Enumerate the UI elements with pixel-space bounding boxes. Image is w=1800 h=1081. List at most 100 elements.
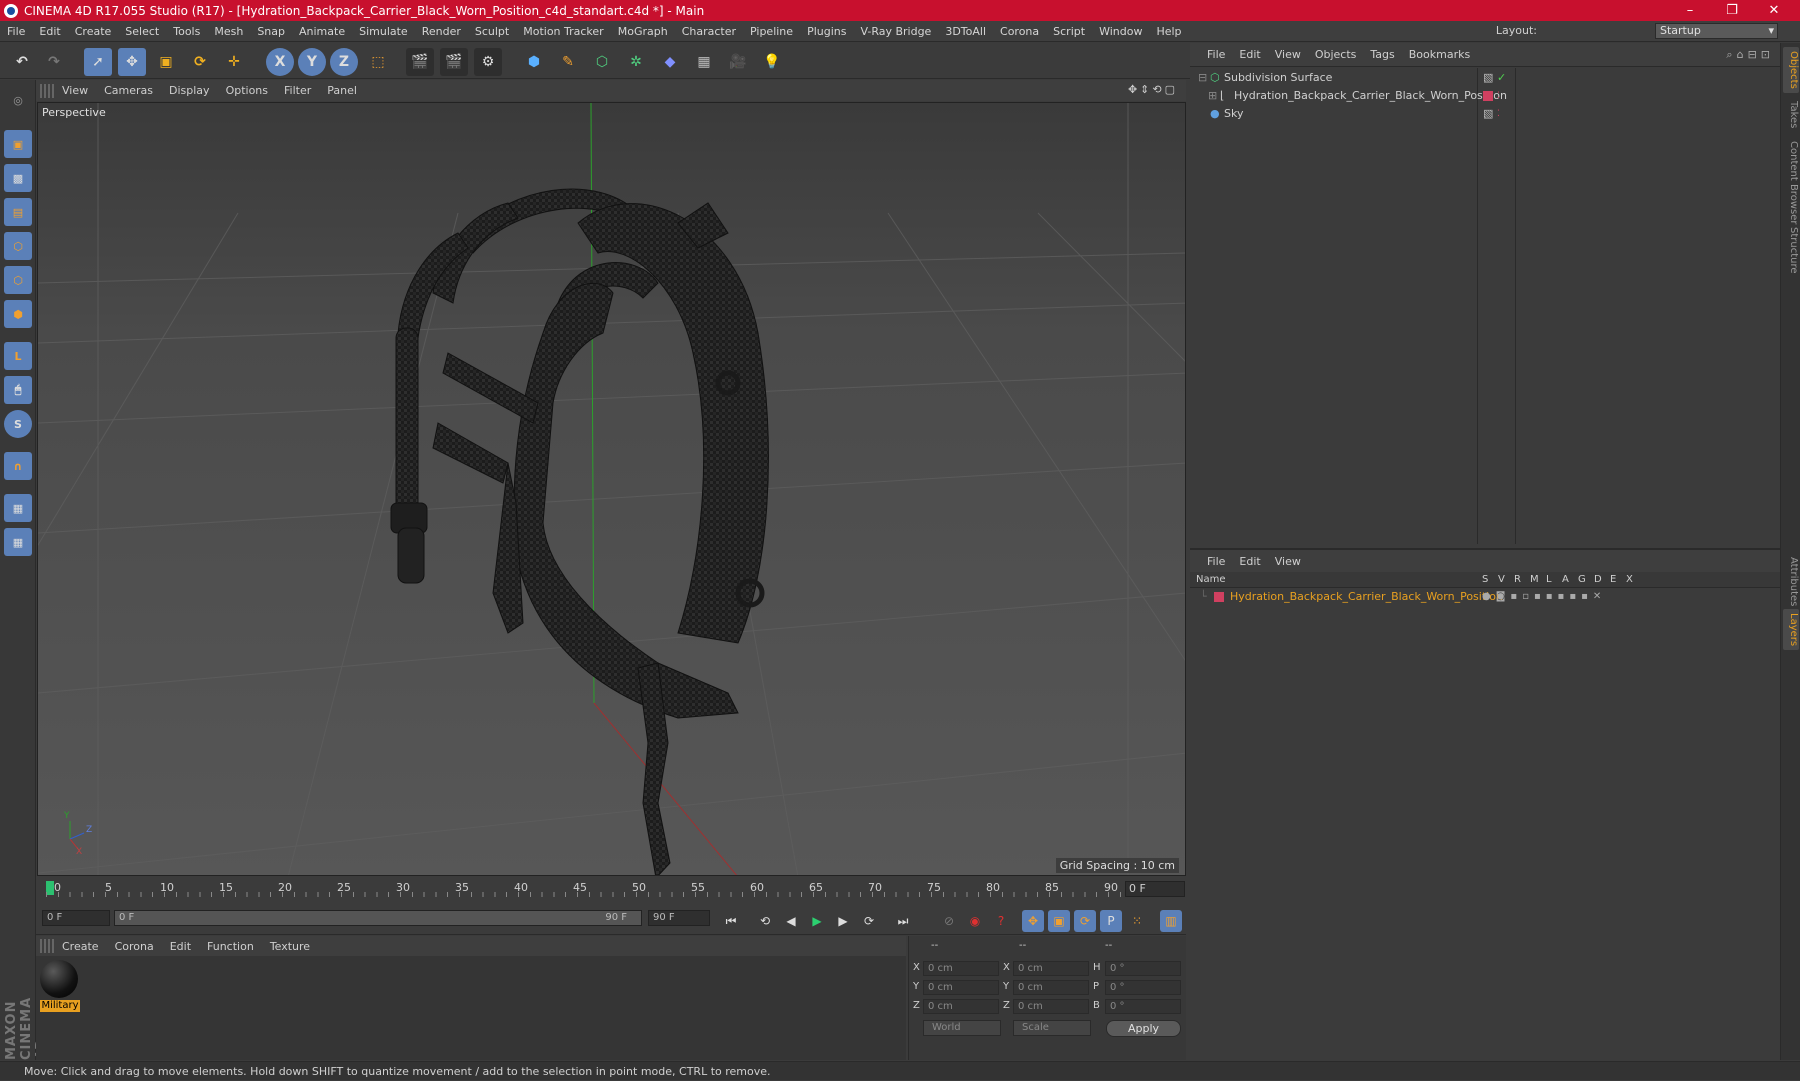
layers-menu-edit[interactable]: Edit (1232, 555, 1267, 568)
layer-color-swatch[interactable] (1214, 592, 1224, 602)
z-axis-lock-button[interactable]: Z (330, 48, 358, 76)
visibility-dots-icon[interactable]: ⁚ (1497, 105, 1500, 123)
menu-character[interactable]: Character (675, 25, 743, 38)
viewport-menu-panel[interactable]: Panel (319, 84, 365, 97)
menu-edit[interactable]: Edit (32, 25, 67, 38)
goto-end-icon[interactable]: ⏭ (892, 910, 914, 932)
rot-p-field[interactable]: 0 ° (1105, 980, 1181, 995)
axis-mode-icon[interactable]: L (4, 342, 32, 370)
viewport-menu-options[interactable]: Options (218, 84, 276, 97)
material-swatch[interactable]: Military (40, 960, 80, 1014)
menu-pipeline[interactable]: Pipeline (743, 25, 800, 38)
size-y-field[interactable]: 0 cm (1013, 980, 1089, 995)
menu-vray-bridge[interactable]: V-Ray Bridge (853, 25, 938, 38)
prev-frame-icon[interactable]: ◀ (780, 910, 802, 932)
tab-takes[interactable]: Takes (1783, 97, 1799, 132)
camera-icon[interactable]: 🎥 (724, 48, 752, 76)
goto-start-icon[interactable]: ⏮ (720, 910, 742, 932)
transform-tool-icon[interactable]: ✛ (220, 48, 248, 76)
rotate-tool-icon[interactable]: ⟳ (186, 48, 214, 76)
y-axis-lock-button[interactable]: Y (298, 48, 326, 76)
menu-motion-tracker[interactable]: Motion Tracker (516, 25, 610, 38)
play-icon[interactable]: ▶ (806, 910, 828, 932)
menu-render[interactable]: Render (415, 25, 468, 38)
material-menu-edit[interactable]: Edit (162, 940, 199, 953)
objects-menu-file[interactable]: File (1200, 48, 1232, 61)
apply-button[interactable]: Apply (1106, 1020, 1181, 1037)
visibility-dots-icon[interactable]: ⁚ (1497, 87, 1500, 105)
tab-objects[interactable]: Objects (1783, 47, 1799, 93)
key-rotation-icon[interactable]: ⟳ (1074, 910, 1096, 932)
search-home-icons[interactable]: ⌕⌂⊟⊡ (1726, 48, 1774, 62)
objects-menu-tags[interactable]: Tags (1363, 48, 1401, 61)
tab-content-browser[interactable]: Content Browser (1783, 137, 1799, 228)
timeline-window-icon[interactable]: ▥ (1160, 910, 1182, 932)
workplane-mode-icon[interactable]: ▤ (4, 198, 32, 226)
menu-file[interactable]: File (0, 25, 32, 38)
render-picture-viewer-icon[interactable]: 🎬 (440, 48, 468, 76)
restore-button[interactable]: ❐ (1712, 0, 1752, 21)
end-frame-field[interactable]: 90 F (648, 910, 710, 926)
menu-3dtoall[interactable]: 3DToAll (938, 25, 993, 38)
size-mode-dropdown[interactable]: Scale (1013, 1020, 1091, 1036)
move-tool-icon[interactable]: ✥ (118, 48, 146, 76)
solo-mode-icon[interactable]: S (4, 410, 32, 438)
menu-help[interactable]: Help (1149, 25, 1188, 38)
edges-mode-icon[interactable]: ⬡ (4, 266, 32, 294)
viewport-menu-view[interactable]: View (54, 84, 96, 97)
scale-tool-icon[interactable]: ▣ (152, 48, 180, 76)
start-frame-field[interactable]: 0 F (42, 910, 110, 926)
size-x-field[interactable]: 0 cm (1013, 961, 1089, 976)
current-frame-field[interactable]: 0 F (1125, 881, 1185, 897)
layout-dropdown[interactable]: Startup (1655, 23, 1778, 39)
layers-menu-file[interactable]: File (1200, 555, 1232, 568)
key-position-icon[interactable]: ✥ (1022, 910, 1044, 932)
model-mode-icon[interactable]: ▣ (4, 130, 32, 158)
render-view-icon[interactable]: 🎬 (406, 48, 434, 76)
backpack-model[interactable] (390, 188, 769, 876)
viewport-menu-filter[interactable]: Filter (276, 84, 319, 97)
light-icon[interactable]: 💡 (758, 48, 786, 76)
layer-row[interactable]: └ Hydration_Backpack_Carrier_Black_Worn_… (1190, 588, 1780, 606)
frame-range-slider[interactable]: 0 F 90 F (114, 910, 642, 926)
workplane-lock-icon[interactable]: ▦ (4, 494, 32, 522)
menu-sculpt[interactable]: Sculpt (468, 25, 516, 38)
menu-mesh[interactable]: Mesh (207, 25, 250, 38)
coordinate-space-dropdown[interactable]: World (923, 1020, 1001, 1036)
menu-create[interactable]: Create (68, 25, 119, 38)
material-menu-create[interactable]: Create (54, 940, 107, 953)
autokey-icon[interactable]: ? (990, 910, 1012, 932)
record-keyframe-icon[interactable]: ◉ (964, 910, 986, 932)
editor-visibility-icon[interactable]: ▧ (1483, 69, 1493, 87)
menu-window[interactable]: Window (1092, 25, 1149, 38)
texture-mode-icon[interactable]: ▩ (4, 164, 32, 192)
points-mode-icon[interactable]: ⬡ (4, 232, 32, 260)
render-settings-icon[interactable]: ⚙ (474, 48, 502, 76)
next-key-icon[interactable]: ⟳ (858, 910, 880, 932)
viewport-menu-cameras[interactable]: Cameras (96, 84, 161, 97)
pos-y-field[interactable]: 0 cm (923, 980, 999, 995)
material-menu-corona[interactable]: Corona (107, 940, 162, 953)
floor-scene-icon[interactable]: ▦ (690, 48, 718, 76)
pos-x-field[interactable]: 0 cm (923, 961, 999, 976)
layer-flag-icons[interactable]: ●◙▪▫▪▪▪▪▪✕ (1482, 588, 1606, 606)
spline-pen-icon[interactable]: ✎ (554, 48, 582, 76)
object-row-backpack[interactable]: ⊞ ⌊ Hydration_Backpack_Carrier_Black_Wor… (1190, 87, 1780, 105)
rot-h-field[interactable]: 0 ° (1105, 961, 1181, 976)
objects-menu-edit[interactable]: Edit (1232, 48, 1267, 61)
key-pla-icon[interactable]: ⁙ (1126, 910, 1148, 932)
subdivision-surface-icon[interactable]: ⬡ (588, 48, 616, 76)
layer-color-swatch[interactable] (1483, 91, 1493, 101)
menu-snap[interactable]: Snap (250, 25, 292, 38)
tab-layers[interactable]: Layers (1783, 609, 1799, 651)
object-row-sky[interactable]: ● Sky ▧ ⁚ (1190, 105, 1780, 123)
menu-select[interactable]: Select (118, 25, 166, 38)
tweak-mode-icon[interactable]: 🖱 (4, 376, 32, 404)
menu-corona[interactable]: Corona (993, 25, 1046, 38)
viewport-menu-display[interactable]: Display (161, 84, 218, 97)
size-z-field[interactable]: 0 cm (1013, 999, 1089, 1014)
prev-key-icon[interactable]: ⟲ (754, 910, 776, 932)
editor-visibility-icon[interactable]: ▧ (1483, 105, 1493, 123)
snap-magnet-icon[interactable]: ∩ (4, 452, 32, 480)
x-axis-lock-button[interactable]: X (266, 48, 294, 76)
